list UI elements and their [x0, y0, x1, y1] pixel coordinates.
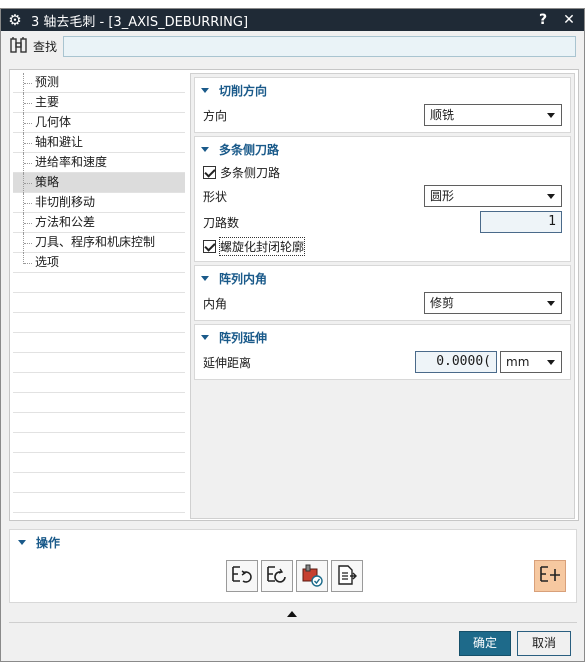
unit-dropdown[interactable]: mm	[500, 351, 562, 373]
tree-empty-row	[13, 433, 185, 453]
find-label: 查找	[33, 39, 58, 54]
collapse-triangle-icon	[18, 539, 26, 545]
collapse-up-arrow-icon[interactable]	[287, 611, 297, 617]
verify-icon[interactable]	[296, 560, 328, 592]
replay-icon[interactable]	[261, 560, 293, 592]
tree-item-preview[interactable]: 预测	[13, 73, 185, 93]
generate-icon[interactable]	[226, 560, 258, 592]
operations-section: 操作	[9, 529, 577, 603]
tree-empty-row	[13, 453, 185, 473]
main-panel: 预测 主要 几何体 轴和避让 进给率和速度 策略 非切削移动 方法和公差 刀具、…	[9, 69, 579, 521]
ok-button[interactable]: 确定	[459, 631, 511, 656]
direction-label: 方向	[203, 108, 228, 123]
navigation-tree: 预测 主要 几何体 轴和避让 进给率和速度 策略 非切削移动 方法和公差 刀具、…	[13, 73, 185, 519]
collapse-triangle-icon	[201, 87, 209, 93]
collapse-triangle-icon	[201, 334, 209, 340]
find-row: 查找	[1, 31, 584, 61]
direction-row: 方向 顺铣	[195, 102, 570, 128]
tree-item-main[interactable]: 主要	[13, 93, 185, 113]
tree-empty-row	[13, 373, 185, 393]
spiral-closed-contour-checkbox[interactable]: 螺旋化封闭轮廓	[203, 236, 306, 256]
title-bar[interactable]: ⚙ 3 轴去毛刺 - [3_AXIS_DEBURRING] ? ✕	[1, 9, 584, 31]
section-header-array-extend[interactable]: 阵列延伸	[195, 325, 570, 349]
multi-passes-checkbox[interactable]: 多条侧刀路	[203, 164, 280, 181]
multi-gen-icon[interactable]	[534, 560, 566, 592]
help-button[interactable]: ?	[534, 12, 552, 28]
collapse-triangle-icon	[201, 146, 209, 152]
tree-item-tool-program-machine[interactable]: 刀具、程序和机床控制	[13, 233, 185, 253]
tree-empty-row	[13, 333, 185, 353]
checkbox-checked-icon	[203, 165, 216, 179]
tree-empty-row	[13, 293, 185, 313]
tree-empty-row	[13, 353, 185, 373]
tree-empty-row	[13, 313, 185, 333]
pass-count-row: 刀路数 1	[195, 209, 570, 235]
dropdown-arrow-icon	[547, 113, 555, 118]
shape-row: 形状 圆形	[195, 183, 570, 209]
shape-label: 形状	[203, 189, 228, 204]
checkbox-checked-icon	[203, 239, 216, 253]
section-array-corner: 阵列内角 内角 修剪	[194, 265, 571, 321]
window-title: 3 轴去毛刺 - [3_AXIS_DEBURRING]	[31, 14, 249, 30]
tree-empty-row	[13, 393, 185, 413]
tree-empty-row	[13, 273, 185, 293]
distance-input[interactable]: 0.0000(	[415, 351, 497, 373]
direction-dropdown[interactable]: 顺铣	[424, 104, 562, 126]
tree-item-geometry[interactable]: 几何体	[13, 113, 185, 133]
tree-item-method-tolerance[interactable]: 方法和公差	[13, 213, 185, 233]
section-header-cut-direction[interactable]: 切削方向	[195, 78, 570, 102]
spiral-row: 螺旋化封闭轮廓	[195, 235, 570, 257]
section-header-array-corner[interactable]: 阵列内角	[195, 266, 570, 290]
tree-empty-row	[13, 413, 185, 433]
pass-count-label: 刀路数	[203, 215, 240, 230]
dropdown-arrow-icon	[547, 194, 555, 199]
find-input[interactable]	[63, 35, 576, 57]
corner-label: 内角	[203, 296, 228, 311]
corner-row: 内角 修剪	[195, 290, 570, 316]
tree-item-options[interactable]: 选项	[13, 253, 185, 273]
dropdown-arrow-icon	[547, 301, 555, 306]
distance-row: 延伸距离 0.0000( mm	[195, 349, 570, 375]
dialog-window: ⚙ 3 轴去毛刺 - [3_AXIS_DEBURRING] ? ✕ 查找 预测 …	[0, 8, 585, 662]
close-button[interactable]: ✕	[560, 12, 578, 28]
section-header-multi-passes[interactable]: 多条侧刀路	[195, 137, 570, 161]
gear-icon: ⚙	[8, 11, 22, 29]
operation-icons	[226, 560, 366, 592]
tree-item-strategy[interactable]: 策略	[13, 173, 185, 193]
tree-empty-row	[13, 473, 185, 493]
tree-item-feeds-speeds[interactable]: 进给率和速度	[13, 153, 185, 173]
pass-count-input[interactable]: 1	[480, 211, 562, 233]
dropdown-arrow-icon	[547, 360, 555, 365]
settings-panel: 切削方向 方向 顺铣 多条侧刀路 多条侧刀路 形状 圆形 刀路数 1 螺旋化封闭…	[190, 73, 575, 519]
shape-dropdown[interactable]: 圆形	[424, 185, 562, 207]
distance-label: 延伸距离	[203, 355, 252, 370]
section-cut-direction: 切削方向 方向 顺铣	[194, 77, 571, 133]
tree-empty-row	[13, 493, 185, 513]
cancel-button[interactable]: 取消	[517, 631, 571, 656]
multi-passes-row: 多条侧刀路	[195, 161, 570, 183]
section-multi-passes: 多条侧刀路 多条侧刀路 形状 圆形 刀路数 1 螺旋化封闭轮廓	[194, 136, 571, 262]
divider	[9, 622, 577, 623]
tree-item-non-cutting-moves[interactable]: 非切削移动	[13, 193, 185, 213]
section-header-operations[interactable]: 操作	[10, 530, 576, 554]
binoculars-icon[interactable]	[9, 37, 31, 55]
corner-dropdown[interactable]: 修剪	[424, 292, 562, 314]
section-array-extend: 阵列延伸 延伸距离 0.0000( mm	[194, 324, 571, 380]
collapse-triangle-icon	[201, 275, 209, 281]
list-icon[interactable]	[331, 560, 363, 592]
tree-item-axis-avoidance[interactable]: 轴和避让	[13, 133, 185, 153]
